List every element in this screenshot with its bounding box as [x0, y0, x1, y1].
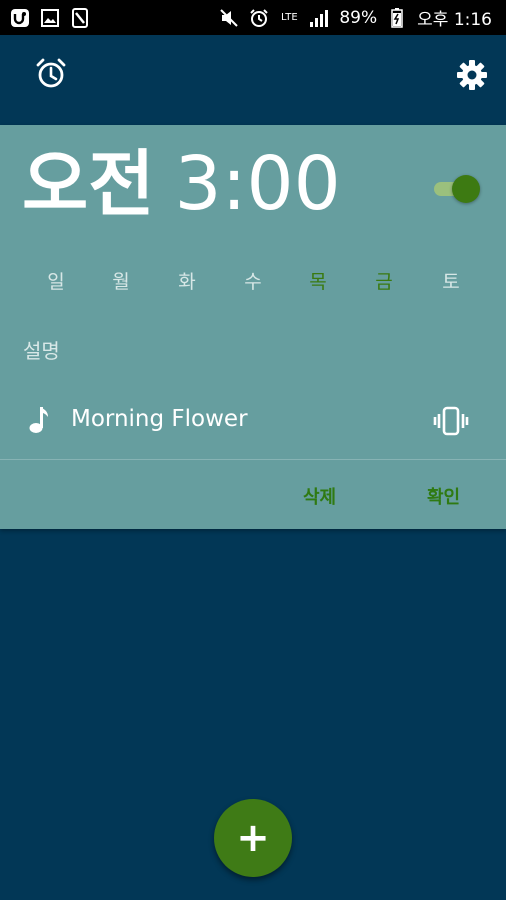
alarm-status-icon [249, 8, 269, 28]
alarm-clock-time: 3:00 [174, 141, 341, 227]
screenshot-icon [70, 7, 90, 28]
status-bar: LTE 89% 오후 1:16 [0, 0, 506, 35]
status-time: 오후 1:16 [417, 10, 492, 30]
battery-percent: 89% [339, 7, 378, 28]
day-monday[interactable]: 월 [101, 267, 141, 294]
app-notification-icon [10, 8, 30, 28]
app-bar [0, 35, 506, 125]
network-label: LTE [281, 12, 298, 23]
weekday-selector: 일 월 화 수 목 금 토 [0, 267, 506, 297]
settings-gear-icon[interactable] [454, 57, 490, 93]
card-divider [0, 459, 506, 460]
plus-icon: + [236, 815, 270, 861]
day-tuesday[interactable]: 화 [167, 267, 207, 294]
description-field[interactable]: 설명 [23, 335, 60, 364]
alarm-clock-icon[interactable] [34, 57, 68, 91]
day-wednesday[interactable]: 수 [233, 267, 273, 294]
toggle-thumb [452, 175, 480, 203]
status-left [10, 7, 90, 28]
day-sunday[interactable]: 일 [36, 267, 76, 294]
day-friday[interactable]: 금 [364, 267, 404, 294]
add-alarm-button[interactable]: + [214, 799, 292, 877]
day-saturday[interactable]: 토 [431, 267, 471, 294]
ringtone-name[interactable]: Morning Flower [71, 406, 248, 432]
alarm-enable-toggle[interactable] [430, 174, 482, 204]
signal-icon [309, 8, 329, 28]
vibrate-icon[interactable] [433, 406, 469, 436]
lte-indicator: LTE [279, 8, 299, 28]
gallery-icon [40, 8, 60, 28]
day-thursday[interactable]: 목 [298, 267, 338, 294]
delete-button[interactable]: 삭제 [303, 483, 336, 509]
confirm-button[interactable]: 확인 [427, 483, 460, 509]
alarm-card[interactable]: 오전 3:00 일 월 화 수 목 금 토 설명 Morning Flower 삭… [0, 125, 506, 529]
alarm-ampm: 오전 [22, 142, 155, 226]
alarm-time[interactable]: 오전 3:00 [22, 147, 341, 221]
status-right: LTE 89% 오후 1:16 [219, 5, 492, 30]
music-note-icon [28, 405, 50, 435]
mute-icon [219, 8, 239, 28]
battery-icon [387, 7, 407, 28]
